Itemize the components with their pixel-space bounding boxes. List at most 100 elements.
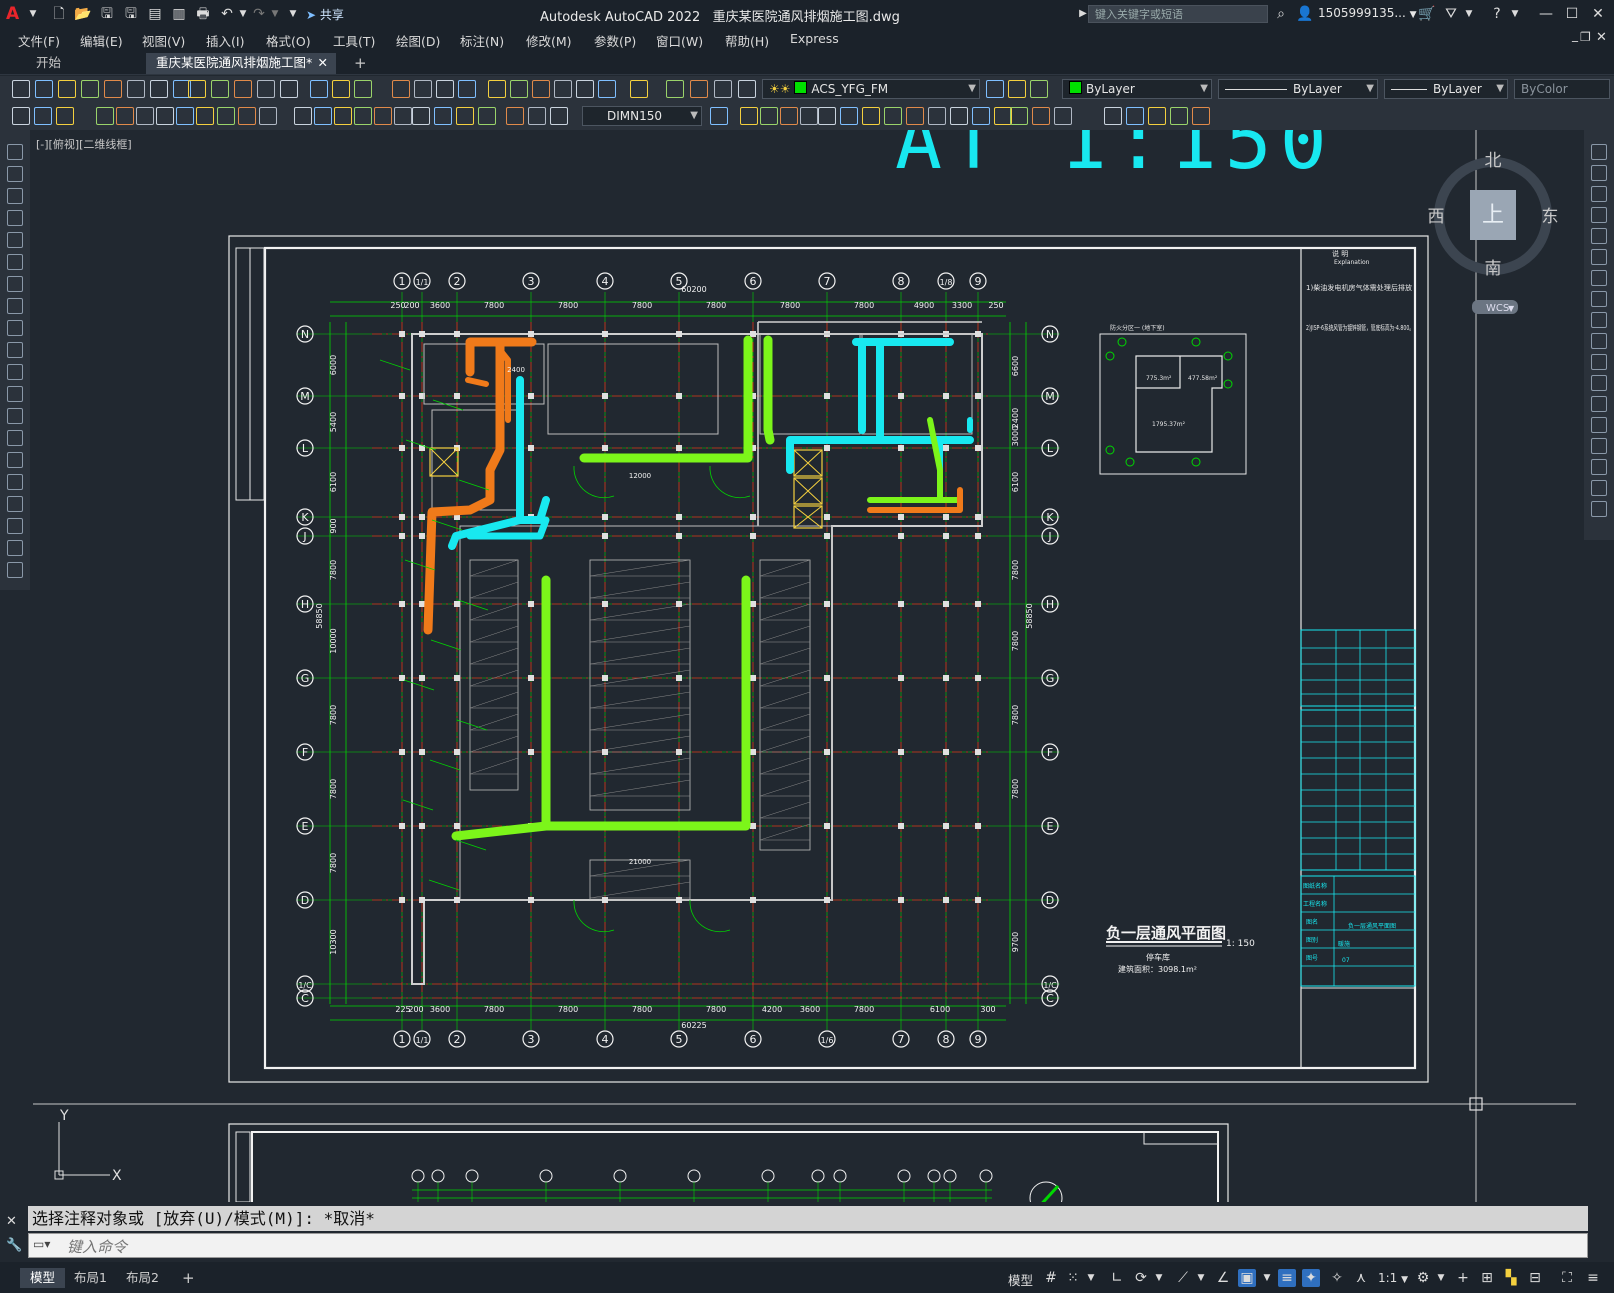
dimension-tool-39-icon[interactable]	[1010, 107, 1028, 125]
dimension-tool-20-icon[interactable]	[456, 107, 474, 125]
save-as-icon[interactable]: 🖫	[122, 5, 140, 23]
draw-tool-10-icon[interactable]	[7, 364, 23, 380]
standard-tool-13-icon[interactable]	[310, 80, 328, 98]
dimension-tool-16-icon[interactable]	[374, 107, 392, 125]
modify-tool-10-icon[interactable]	[1591, 354, 1607, 370]
object-snap-tracking-icon[interactable]: ∠	[1214, 1269, 1232, 1287]
dimension-tool-46-icon[interactable]	[1192, 107, 1210, 125]
command-recent-icon[interactable]: ▭▾	[33, 1237, 50, 1251]
dimension-tool-15-icon[interactable]	[354, 107, 372, 125]
standard-tool-9-icon[interactable]	[211, 80, 229, 98]
dimension-tool-4-icon[interactable]	[116, 107, 134, 125]
draw-tool-9-icon[interactable]	[7, 342, 23, 358]
object-snap-icon[interactable]: ▣	[1238, 1269, 1256, 1287]
drawing-close-icon[interactable]: ✕	[1596, 30, 1607, 45]
menu-item-1[interactable]: 编辑(E)	[80, 31, 123, 50]
draw-tool-4-icon[interactable]	[7, 232, 23, 248]
modify-tool-6-icon[interactable]	[1591, 270, 1607, 286]
standard-tool-8-icon[interactable]	[188, 80, 206, 98]
annotation-scale-value[interactable]: 1:1 ▼	[1378, 1271, 1408, 1285]
dimension-tool-8-icon[interactable]	[196, 107, 214, 125]
modify-tool-5-icon[interactable]	[1591, 249, 1607, 265]
dimension-tool-31-icon[interactable]	[840, 107, 858, 125]
quick-properties-icon[interactable]: ▚	[1502, 1269, 1520, 1287]
modify-tool-12-icon[interactable]	[1591, 396, 1607, 412]
dimension-tool-37-icon[interactable]	[972, 107, 990, 125]
add-scale-icon[interactable]: +	[1454, 1269, 1472, 1287]
dimension-tool-42-icon[interactable]	[1104, 107, 1122, 125]
minimize-window-icon[interactable]: —	[1536, 4, 1556, 24]
iso-dropdown-icon[interactable]: ▼	[1192, 1269, 1210, 1287]
layer-dropdown[interactable]: ☀☀ ACS_YFG_FM ▼	[762, 79, 980, 99]
standard-tool-25-icon[interactable]	[598, 80, 616, 98]
drawing-maximize-icon[interactable]: ❐	[1580, 30, 1591, 44]
command-settings-icon[interactable]: 🔧	[6, 1238, 22, 1253]
dimension-tool-26-icon[interactable]	[740, 107, 758, 125]
dimension-tool-25-icon[interactable]	[710, 107, 728, 125]
standard-tool-24-icon[interactable]	[576, 80, 594, 98]
standard-tool-16-icon[interactable]	[392, 80, 410, 98]
draw-tool-7-icon[interactable]	[7, 298, 23, 314]
dimension-tool-7-icon[interactable]	[176, 107, 194, 125]
dimension-tool-24-icon[interactable]	[550, 107, 568, 125]
drawing-area[interactable]: AT 1:150 说 明 Explanation 1)柴油发电机房气体需处理后排…	[33, 130, 1580, 1202]
standard-tool-10-icon[interactable]	[234, 80, 252, 98]
help-search-input[interactable]: 键入关键字或短语	[1088, 5, 1268, 23]
tab-close-icon[interactable]: ✕	[318, 53, 328, 73]
linetype-dropdown[interactable]: ByLayer ▼	[1218, 79, 1378, 99]
units-icon[interactable]: ⊞	[1478, 1269, 1496, 1287]
osnap-dropdown-icon[interactable]: ▼	[1258, 1269, 1276, 1287]
dimension-tool-14-icon[interactable]	[334, 107, 352, 125]
menu-item-4[interactable]: 格式(O)	[266, 31, 311, 50]
annotation-visibility-icon[interactable]: ✦	[1302, 1269, 1320, 1287]
dimension-tool-11-icon[interactable]	[259, 107, 277, 125]
dimension-tool-44-icon[interactable]	[1148, 107, 1166, 125]
plot-icon[interactable]: 🖶	[194, 5, 212, 23]
menu-item-8[interactable]: 修改(M)	[526, 31, 572, 50]
app-menu-arrow-icon[interactable]: ▼	[24, 5, 42, 23]
dimension-tool-23-icon[interactable]	[528, 107, 546, 125]
polar-dropdown-icon[interactable]: ▼	[1150, 1269, 1168, 1287]
cart-icon[interactable]: 🛒	[1418, 5, 1436, 23]
modify-tool-17-icon[interactable]	[1591, 501, 1607, 517]
standard-tool-28-icon[interactable]	[690, 80, 708, 98]
standard-tool-0-icon[interactable]	[12, 80, 30, 98]
dimension-tool-6-icon[interactable]	[156, 107, 174, 125]
draw-tool-16-icon[interactable]	[7, 496, 23, 512]
standard-tool-29-icon[interactable]	[714, 80, 732, 98]
ortho-icon[interactable]: ∟	[1108, 1269, 1126, 1287]
standard-tool-4-icon[interactable]	[104, 80, 122, 98]
tab-drawing[interactable]: 重庆某医院通风排烟施工图* ✕	[146, 53, 336, 74]
draw-tool-19-icon[interactable]	[7, 562, 23, 578]
standard-tool-2-icon[interactable]	[58, 80, 76, 98]
standard-tool-22-icon[interactable]	[532, 80, 550, 98]
standard-tool-6-icon[interactable]	[150, 80, 168, 98]
draw-tool-12-icon[interactable]	[7, 408, 23, 424]
standard-tool-26-icon[interactable]	[630, 80, 648, 98]
dimension-tool-33-icon[interactable]	[884, 107, 902, 125]
modify-tool-7-icon[interactable]	[1591, 291, 1607, 307]
dimstyle-dropdown[interactable]: DIMN150 ▼	[582, 106, 702, 126]
modify-tool-9-icon[interactable]	[1591, 333, 1607, 349]
workspace-gear-icon[interactable]: ⚙	[1414, 1269, 1432, 1287]
dimension-tool-43-icon[interactable]	[1126, 107, 1144, 125]
menu-item-12[interactable]: Express	[790, 31, 839, 46]
dimension-tool-41-icon[interactable]	[1054, 107, 1072, 125]
dimension-tool-21-icon[interactable]	[478, 107, 496, 125]
viewcube-east[interactable]: 东	[1542, 207, 1559, 227]
standard-tool-14-icon[interactable]	[332, 80, 350, 98]
standard-tool-18-icon[interactable]	[436, 80, 454, 98]
viewcube-west[interactable]: 西	[1428, 207, 1445, 227]
viewcube-south[interactable]: 南	[1485, 259, 1502, 279]
dimension-tool-2-icon[interactable]	[56, 107, 74, 125]
draw-tool-5-icon[interactable]	[7, 254, 23, 270]
modify-tool-13-icon[interactable]	[1591, 417, 1607, 433]
menu-item-0[interactable]: 文件(F)	[18, 31, 60, 50]
draw-tool-14-icon[interactable]	[7, 452, 23, 468]
user-icon[interactable]: 👤	[1296, 5, 1314, 23]
snap-dropdown-icon[interactable]: ▼	[1082, 1269, 1100, 1287]
add-layout-button[interactable]: +	[172, 1268, 205, 1288]
customize-status-icon[interactable]: ≡	[1584, 1269, 1602, 1287]
dimension-tool-35-icon[interactable]	[928, 107, 946, 125]
dimension-tool-19-icon[interactable]	[434, 107, 452, 125]
